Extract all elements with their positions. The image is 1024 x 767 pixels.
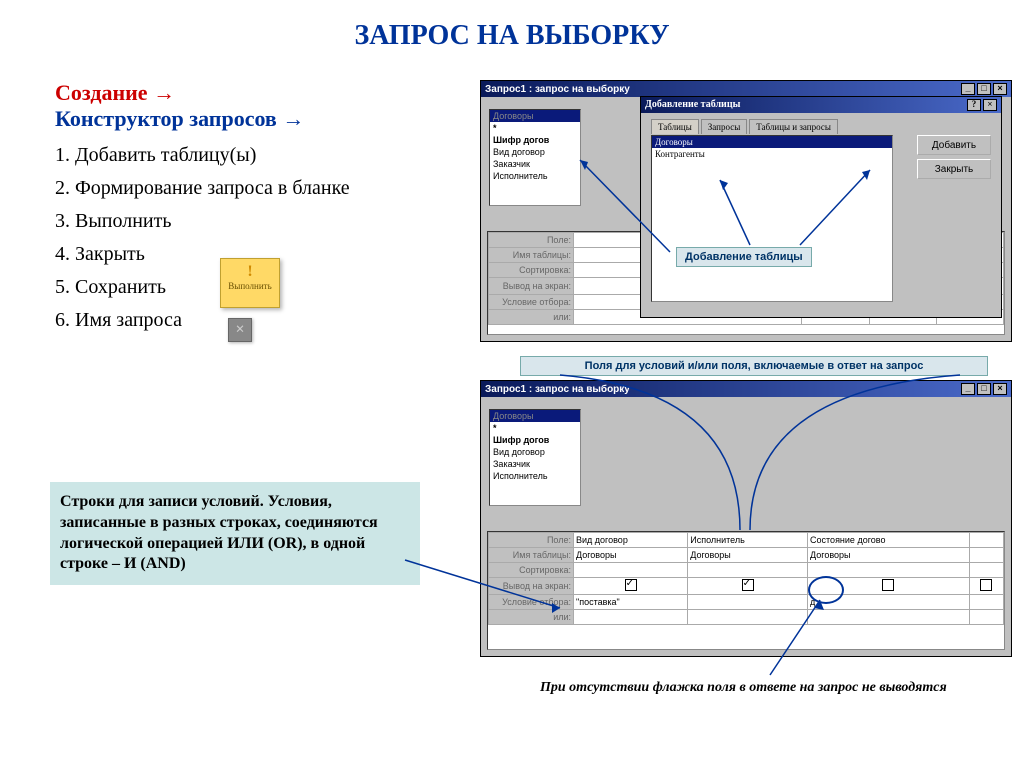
create-step: Создание bbox=[55, 80, 148, 105]
checkbox[interactable] bbox=[882, 579, 894, 591]
add-table-dialog: Добавление таблицы ? × Таблицы Запросы Т… bbox=[640, 96, 1002, 318]
query-window-lower: Запрос1 : запрос на выборку _ □ × Догово… bbox=[480, 380, 1012, 657]
dialog-titlebar: Добавление таблицы ? × bbox=[641, 97, 1001, 113]
min-icon[interactable]: _ bbox=[961, 83, 975, 95]
close-icon[interactable]: × bbox=[993, 383, 1007, 395]
execute-button[interactable]: ! Выполнить bbox=[220, 258, 280, 308]
tables-box: Договоры * Шифр догов Вид договор Заказч… bbox=[489, 109, 581, 206]
dialog-tabs: Таблицы Запросы Таблицы и запросы bbox=[651, 119, 1001, 134]
info-box-conditions: Строки для записи условий. Условия, запи… bbox=[50, 482, 420, 585]
list-item[interactable]: Договоры bbox=[652, 136, 892, 148]
titlebar: Запрос1 : запрос на выборку _ □ × bbox=[481, 381, 1011, 397]
tab-tables[interactable]: Таблицы bbox=[651, 119, 699, 134]
breadcrumb-create: Создание → Конструктор запросов → bbox=[55, 80, 445, 132]
tables-box: Договоры * Шифр догов Вид договор Заказч… bbox=[489, 409, 581, 506]
step-3: 3. Выполнить bbox=[55, 210, 445, 233]
close-button[interactable]: Закрыть bbox=[917, 159, 991, 179]
exclaim-icon: ! bbox=[221, 263, 279, 281]
checkbox-checked[interactable] bbox=[742, 579, 754, 591]
step-1: 1. Добавить таблицу(ы) bbox=[55, 144, 445, 167]
add-button[interactable]: Добавить bbox=[917, 135, 991, 155]
close-icon[interactable]: × bbox=[983, 99, 997, 111]
checkbox[interactable] bbox=[980, 579, 992, 591]
tab-both[interactable]: Таблицы и запросы bbox=[749, 119, 838, 134]
annotation-checkbox: При отсутствии флажка поля в ответе на з… bbox=[540, 680, 947, 696]
annotation-fields: Поля для условий и/или поля, включаемые … bbox=[520, 356, 988, 376]
close-icon[interactable]: × bbox=[993, 83, 1007, 95]
checkbox-checked[interactable] bbox=[625, 579, 637, 591]
step-2: 2. Формирование запроса в бланке bbox=[55, 177, 445, 200]
query-grid-lower[interactable]: Поле:Вид договорИсполнительСостояние дог… bbox=[487, 531, 1005, 650]
tab-queries[interactable]: Запросы bbox=[701, 119, 747, 134]
max-icon[interactable]: □ bbox=[977, 383, 991, 395]
titlebar: Запрос1 : запрос на выборку _ □ × bbox=[481, 81, 1011, 97]
constructor-step: Конструктор запросов bbox=[55, 106, 277, 131]
max-icon[interactable]: □ bbox=[977, 83, 991, 95]
list-item[interactable]: Контрагенты bbox=[652, 148, 892, 160]
annotation-add-table: Добавление таблицы bbox=[676, 247, 812, 267]
close-icon[interactable]: × bbox=[228, 318, 252, 342]
help-icon[interactable]: ? bbox=[967, 99, 981, 111]
tables-list[interactable]: Договоры Контрагенты bbox=[651, 135, 893, 302]
min-icon[interactable]: _ bbox=[961, 383, 975, 395]
slide-title: ЗАПРОС НА ВЫБОРКУ bbox=[0, 20, 1024, 52]
